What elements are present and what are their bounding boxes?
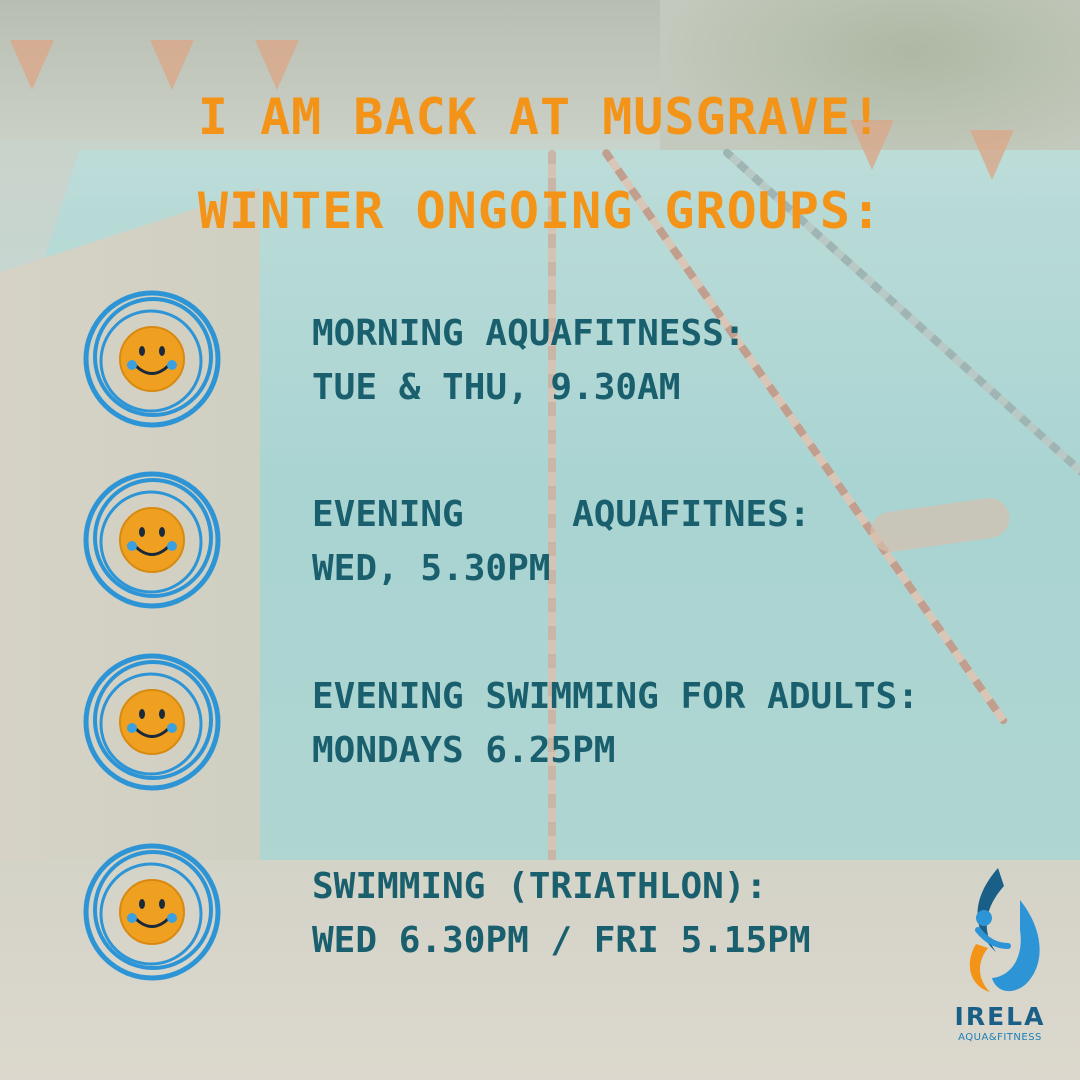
- headline-subtitle: WINTER ONGOING GROUPS:: [197, 182, 883, 240]
- group-item: EVENING SWIMMING FOR ADULTS: MONDAYS 6.2…: [0, 648, 1080, 791]
- headline-title: I AM BACK AT MUSGRAVE!: [197, 88, 883, 146]
- bunting-flag: [10, 40, 54, 90]
- group-time: WED, 5.30PM: [312, 548, 551, 589]
- smiley-badge-icon: [83, 471, 221, 609]
- group-time: MONDAYS 6.25PM: [312, 730, 616, 771]
- group-item: MORNING AQUAFITNESS: TUE & THU, 9.30AM: [0, 285, 1080, 428]
- bunting-flag: [255, 40, 299, 90]
- logo-brand: IRELA: [954, 1002, 1046, 1031]
- group-name: SWIMMING (TRIATHLON):: [312, 866, 768, 907]
- logo-tagline: AQUA&FITNESS: [958, 1032, 1042, 1043]
- group-schedule: EVENING SWIMMING FOR ADULTS: MONDAYS 6.2…: [312, 670, 919, 778]
- group-item: EVENING AQUAFITNES: WED, 5.30PM: [0, 466, 1080, 609]
- smiley-badge-icon: [83, 653, 221, 791]
- group-schedule: EVENING AQUAFITNES: WED, 5.30PM: [312, 488, 811, 596]
- group-schedule: SWIMMING (TRIATHLON): WED 6.30PM / FRI 5…: [312, 860, 811, 968]
- group-name: EVENING AQUAFITNES:: [312, 494, 811, 535]
- group-name: EVENING SWIMMING FOR ADULTS:: [312, 676, 919, 717]
- group-time: TUE & THU, 9.30AM: [312, 367, 681, 408]
- smiley-badge-icon: [83, 843, 221, 981]
- bunting-flag: [150, 40, 194, 90]
- group-name: MORNING AQUAFITNESS:: [312, 313, 746, 354]
- smiley-badge-icon: [83, 290, 221, 428]
- group-time: WED 6.30PM / FRI 5.15PM: [312, 920, 811, 961]
- logo-drop-icon: [969, 868, 1040, 992]
- group-schedule: MORNING AQUAFITNESS: TUE & THU, 9.30AM: [312, 307, 745, 415]
- group-item: SWIMMING (TRIATHLON): WED 6.30PM / FRI 5…: [0, 838, 1080, 981]
- irela-logo: IRELA AQUA&FITNESS: [950, 860, 1050, 1050]
